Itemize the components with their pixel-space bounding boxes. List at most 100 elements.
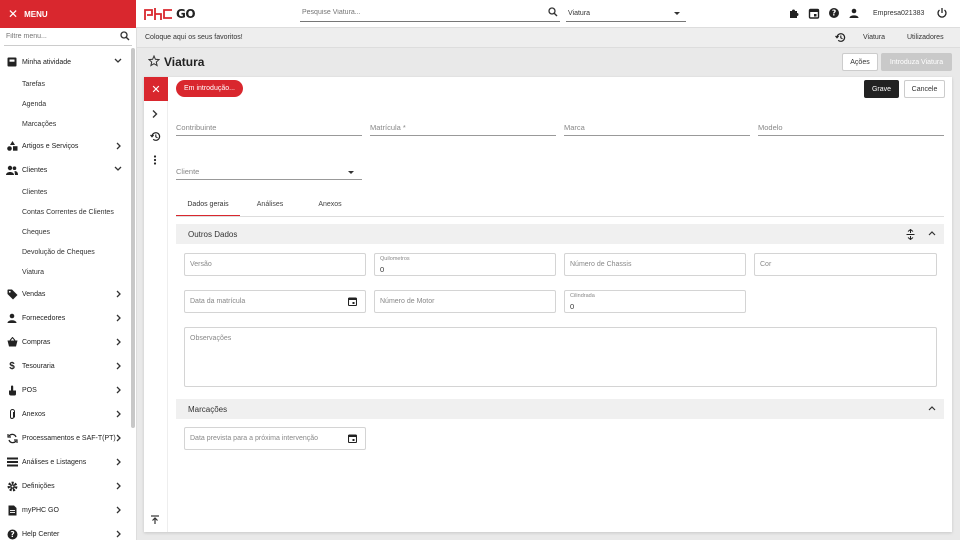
marca-field[interactable]: Marca (564, 118, 750, 136)
versao-field[interactable]: Versão (184, 253, 366, 276)
chevron-right-icon (116, 458, 122, 466)
search-icon[interactable] (548, 7, 558, 17)
chevron-right-icon (116, 434, 122, 442)
close-icon[interactable]: ✕ (144, 77, 168, 101)
sidebar-item-tesouraria[interactable]: $ Tesouraria (0, 356, 130, 376)
cor-field[interactable]: Cor (754, 253, 937, 276)
calendar-icon[interactable] (808, 7, 820, 19)
chevron-down-icon (348, 171, 354, 174)
chevron-up-icon[interactable] (928, 405, 936, 411)
outros-dados-header[interactable]: Outros Dados (176, 224, 944, 244)
top-icon-group: ? (788, 7, 860, 19)
calendar-icon[interactable] (348, 297, 357, 306)
chassis-field[interactable]: Número de Chassis (564, 253, 746, 276)
sidebar-item-minha-atividade[interactable]: Minha atividade (0, 52, 130, 72)
sidebar-item-clientes[interactable]: Clientes (0, 160, 130, 180)
tab-analises[interactable]: Análises (244, 199, 296, 217)
sidebar-item-myphc[interactable]: myPHC GO (0, 500, 130, 520)
svg-text:?: ? (832, 9, 836, 18)
star-icon[interactable] (148, 55, 160, 67)
history-icon[interactable] (835, 32, 846, 43)
motor-field[interactable]: Número de Motor (374, 290, 556, 313)
menu-filter[interactable] (4, 30, 132, 46)
sidebar-item-fornecedores[interactable]: Fornecedores (0, 308, 130, 328)
marcacoes-header[interactable]: Marcações (176, 399, 944, 419)
cancel-button[interactable]: Cancele (904, 80, 945, 98)
more-vertical-icon[interactable] (150, 155, 160, 165)
favorite-viatura-link[interactable]: Viatura (863, 34, 885, 41)
sidebar-item-compras[interactable]: Compras (0, 332, 130, 352)
sidebar-item-contas-correntes[interactable]: Contas Correntes de Clientes (0, 202, 130, 222)
observacoes-textarea[interactable]: Observações (184, 327, 937, 387)
status-badge[interactable]: Em introdução... (176, 80, 243, 97)
contribuinte-placeholder: Contribuinte (176, 123, 217, 132)
tag-icon (6, 288, 18, 300)
versao-placeholder: Versão (190, 261, 212, 268)
chevron-right-icon (116, 338, 122, 346)
contribuinte-field[interactable]: Contribuinte (176, 118, 362, 136)
shapes-icon (6, 140, 18, 152)
sidebar-scrollbar[interactable] (131, 48, 135, 428)
tab-anexos[interactable]: Anexos (304, 199, 356, 217)
chassis-placeholder: Número de Chassis (570, 261, 632, 268)
sidebar: Minha atividade Tarefas Agenda Marcações… (0, 28, 137, 540)
history-icon[interactable] (150, 131, 161, 142)
cilindrada-label: Cilindrada (570, 293, 595, 299)
motor-placeholder: Número de Motor (380, 298, 435, 305)
save-button[interactable]: Grave (864, 80, 899, 98)
entity-select[interactable]: Viatura (566, 6, 686, 22)
chevron-up-icon[interactable] (928, 230, 936, 236)
sidebar-item-cheques[interactable]: Cheques (0, 222, 130, 242)
help-icon[interactable]: ? (828, 7, 840, 19)
sidebar-item-label: Compras (22, 338, 51, 346)
tab-dados-gerais[interactable]: Dados gerais (176, 199, 240, 217)
matricula-field[interactable]: Matrícula * (370, 118, 556, 136)
proxima-intervencao-field[interactable]: Data prevista para a próxima intervenção (184, 427, 366, 450)
gear-icon (6, 480, 18, 492)
chevron-down-icon (114, 166, 122, 172)
sidebar-item-agenda[interactable]: Agenda (0, 94, 130, 114)
data-matricula-placeholder: Data da matrícula (190, 298, 246, 305)
sidebar-item-devolucao-cheques[interactable]: Devolução de Cheques (0, 242, 130, 262)
expand-collapse-icon[interactable] (906, 229, 915, 240)
sidebar-item-label: Vendas (22, 290, 46, 298)
sidebar-item-artigos[interactable]: Artigos e Serviços (0, 136, 130, 156)
data-matricula-field[interactable]: Data da matrícula (184, 290, 366, 313)
phc-go-logo[interactable]: GO (144, 6, 196, 22)
sidebar-item-label: Cheques (22, 228, 51, 236)
sidebar-item-definicoes[interactable]: Definições (0, 476, 130, 496)
power-icon[interactable] (936, 7, 948, 19)
company-name[interactable]: Empresa021383 (873, 10, 924, 17)
sidebar-item-viatura[interactable]: Viatura (0, 262, 130, 282)
scroll-top-icon[interactable] (150, 515, 160, 525)
chevron-right-icon[interactable] (150, 109, 160, 119)
sidebar-item-vendas[interactable]: Vendas (0, 284, 130, 304)
sidebar-item-anexos[interactable]: Anexos (0, 404, 130, 424)
cliente-select[interactable]: Cliente (176, 162, 362, 180)
sidebar-item-help-center[interactable]: ? Help Center (0, 524, 130, 540)
dollar-icon: $ (9, 360, 15, 372)
menu-label: MENU (24, 9, 48, 19)
calendar-icon[interactable] (348, 434, 357, 443)
search-icon[interactable] (120, 31, 130, 41)
sidebar-item-analises[interactable]: Análises e Listagens (0, 452, 130, 472)
sync-icon (6, 432, 18, 444)
acoes-button[interactable]: Ações (842, 53, 878, 71)
quilometros-field[interactable]: Quilometros 0 (374, 253, 556, 276)
sidebar-item-marcacoes[interactable]: Marcações (0, 114, 130, 134)
sidebar-item-tarefas[interactable]: Tarefas (0, 74, 130, 94)
search-box[interactable] (300, 6, 560, 22)
user-icon[interactable] (848, 7, 860, 19)
sidebar-item-pos[interactable]: POS (0, 380, 130, 400)
menu-button[interactable]: ✕ MENU (0, 0, 136, 28)
sidebar-item-clientes-list[interactable]: Clientes (0, 182, 130, 202)
introduza-viatura-button[interactable]: Introduza Viatura (881, 53, 952, 71)
cilindrada-field[interactable]: Cilindrada 0 (564, 290, 746, 313)
puzzle-icon[interactable] (788, 7, 800, 19)
sidebar-item-label: Fornecedores (22, 314, 66, 322)
modelo-field[interactable]: Modelo (758, 118, 944, 136)
search-input[interactable] (300, 6, 540, 19)
favorite-utilizadores-link[interactable]: Utilizadores (907, 34, 944, 41)
sidebar-item-processamentos[interactable]: Processamentos e SAF-T(PT) (0, 428, 130, 448)
menu-filter-input[interactable] (4, 30, 116, 43)
